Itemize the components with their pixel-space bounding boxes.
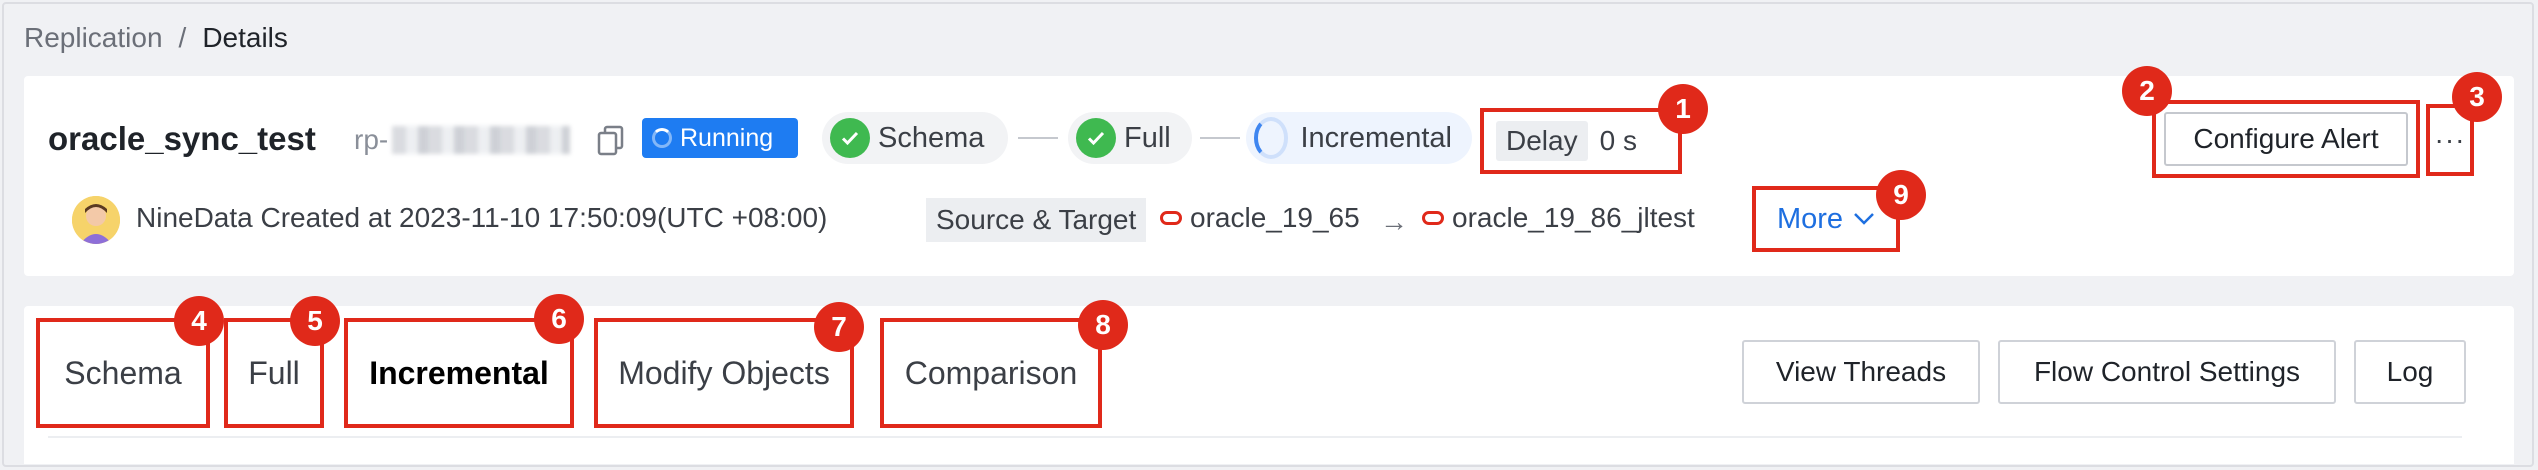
task-id-prefix: rp- <box>354 124 389 155</box>
avatar <box>72 196 120 244</box>
loading-icon <box>652 128 672 148</box>
oracle-db-icon <box>1422 211 1444 225</box>
stage-label: Schema <box>878 121 985 154</box>
annotation-badge-7: 7 <box>814 302 864 352</box>
tabs-divider <box>48 436 2462 438</box>
delay-indicator: Delay 0 s <box>1480 108 1682 174</box>
annotation-badge-9: 9 <box>1876 170 1926 220</box>
stage-connector <box>1200 137 1240 139</box>
view-threads-button[interactable]: View Threads <box>1742 340 1980 404</box>
breadcrumb-current: Details <box>202 22 288 53</box>
oracle-db-icon <box>1160 211 1182 225</box>
log-button[interactable]: Log <box>2354 340 2466 404</box>
task-name: oracle_sync_test <box>48 120 316 157</box>
arrow-right-icon: → <box>1380 206 1408 237</box>
annotation-badge-6: 6 <box>534 294 584 344</box>
annotation-badge-4: 4 <box>174 296 224 346</box>
created-info: NineData Created at 2023-11-10 17:50:09(… <box>136 202 828 233</box>
target-datasource-link[interactable]: oracle_19_86_jltest <box>1422 202 1695 234</box>
copy-icon[interactable] <box>596 124 626 158</box>
annotation-badge-5: 5 <box>290 296 340 346</box>
delay-label: Delay <box>1496 121 1588 161</box>
tab-comparison[interactable]: Comparison <box>880 318 1102 428</box>
annotation-badge-1: 1 <box>1658 84 1708 134</box>
stage-connector <box>1018 137 1058 139</box>
more-label: More <box>1776 202 1844 235</box>
source-target-label: Source & Target <box>926 198 1147 242</box>
stage-incremental: Incremental <box>1246 112 1472 164</box>
task-id-redacted <box>392 126 571 154</box>
annotation-badge-2: 2 <box>2122 66 2172 116</box>
task-id: rp- <box>354 124 571 156</box>
stage-schema: Schema <box>822 112 1008 164</box>
status-label: Running <box>680 123 774 152</box>
check-icon <box>830 118 870 158</box>
configure-alert-button[interactable]: Configure Alert <box>2164 112 2408 166</box>
breadcrumb-separator: / <box>178 22 187 53</box>
breadcrumb: Replication / Details <box>24 22 288 54</box>
spinner-icon <box>1254 117 1289 159</box>
annotation-badge-8: 8 <box>1078 300 1128 350</box>
breadcrumb-replication-link[interactable]: Replication <box>24 22 163 54</box>
chevron-down-icon <box>1854 213 1874 225</box>
annotation-badge-3: 3 <box>2452 72 2502 122</box>
delay-value: 0 s <box>1599 125 1637 156</box>
source-name: oracle_19_65 <box>1190 202 1360 233</box>
source-datasource-link[interactable]: oracle_19_65 <box>1160 202 1360 234</box>
stage-label: Incremental <box>1300 121 1452 154</box>
stage-label: Full <box>1124 121 1171 154</box>
configure-alert-highlight: Configure Alert <box>2152 100 2420 178</box>
flow-control-settings-button[interactable]: Flow Control Settings <box>1998 340 2336 404</box>
check-icon <box>1076 118 1116 158</box>
stage-full: Full <box>1068 112 1192 164</box>
status-badge: Running <box>642 118 798 158</box>
target-name: oracle_19_86_jltest <box>1452 202 1695 233</box>
